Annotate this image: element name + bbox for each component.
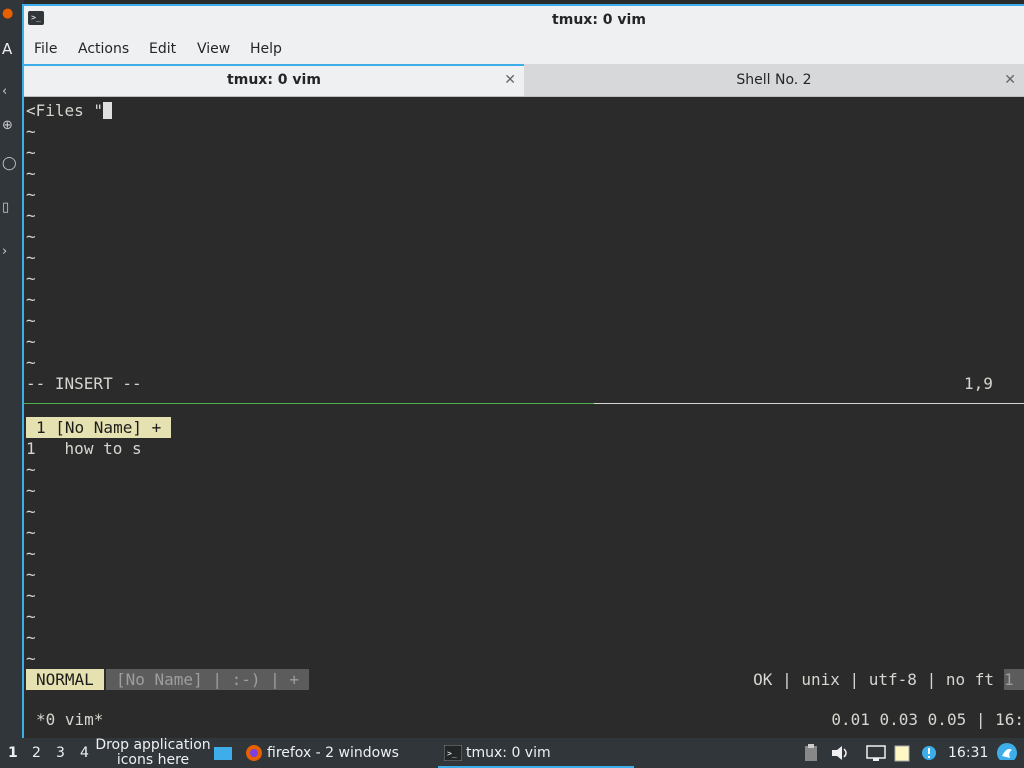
insert-mode-indicator: -- INSERT -- <box>26 374 142 393</box>
svg-text:>_: >_ <box>447 749 457 758</box>
tilde-line: ~ <box>26 206 36 225</box>
tilde-line: ~ <box>26 523 36 542</box>
arrow-icon: ‹ <box>2 84 8 99</box>
quicklaunch-drop-area[interactable]: Drop application icons here <box>94 738 212 768</box>
panel-icon: ▯ <box>2 200 10 215</box>
close-tab-icon[interactable]: ✕ <box>504 66 516 94</box>
tilde-line: ~ <box>26 607 36 626</box>
tab-bar: tmux: 0 vim ✕ Shell No. 2 ✕ <box>24 64 1024 97</box>
workspace-2[interactable]: 2 <box>32 738 41 768</box>
workspace-4[interactable]: 4 <box>80 738 89 768</box>
menu-help[interactable]: Help <box>250 34 282 64</box>
statusline-file-info: OK | unix | utf-8 | no ft <box>753 670 994 689</box>
taskbar: 1 2 3 4 Drop application icons here fire… <box>0 738 1024 768</box>
menu-view[interactable]: View <box>197 34 230 64</box>
buffer-text: how to s <box>64 439 142 458</box>
tilde-line: ~ <box>26 311 36 330</box>
tmux-window-list[interactable]: *0 vim* <box>36 709 103 730</box>
tilde-line: ~ <box>26 628 36 647</box>
task-firefox[interactable]: firefox - 2 windows <box>244 738 424 768</box>
tilde-line: ~ <box>26 544 36 563</box>
tab-shell-2[interactable]: Shell No. 2 ✕ <box>524 64 1024 96</box>
statusline-end: 1 <box>1004 669 1024 690</box>
close-tab-icon[interactable]: ✕ <box>1004 64 1016 96</box>
buffer-line-1: 1 how to s <box>26 438 142 459</box>
clipboard-icon[interactable] <box>804 744 818 762</box>
search-icon: ◯ <box>2 156 17 171</box>
workspace-3[interactable]: 3 <box>56 738 65 768</box>
menu-edit[interactable]: Edit <box>149 34 176 64</box>
notification-icon[interactable] <box>920 744 940 762</box>
statusline-buffer-info: [No Name] | :-) | + <box>106 669 310 690</box>
files-command-text: <Files " <box>26 101 104 120</box>
tab-tmux[interactable]: tmux: 0 vim ✕ <box>24 64 524 96</box>
notes-icon[interactable] <box>893 744 913 762</box>
tilde-line: ~ <box>26 164 36 183</box>
desktop-background-strip: ● A ‹ ⊕ ◯ ▯ › <box>0 0 24 738</box>
tilde-line: ~ <box>26 332 36 351</box>
tilde-line: ~ <box>26 481 36 500</box>
tilde-line: ~ <box>26 269 36 288</box>
line-number: 1 <box>26 439 36 458</box>
tilde-line: ~ <box>26 290 36 309</box>
tilde-line: ~ <box>26 565 36 584</box>
menu-file[interactable]: File <box>34 34 57 64</box>
vim-tabline[interactable]: 1 [No Name] + <box>26 417 172 438</box>
menu-actions[interactable]: Actions <box>78 34 129 64</box>
title-bar[interactable]: >_ tmux: 0 vim <box>24 6 1024 34</box>
window-title: tmux: 0 vim <box>552 12 646 28</box>
desktop-letter: A <box>2 40 13 58</box>
tilde-line: ~ <box>26 353 36 372</box>
menu-bar: File Actions Edit View Help <box>24 34 1024 64</box>
task-tmux-label: tmux: 0 vim <box>466 745 551 761</box>
firefox-icon: ● <box>2 6 14 21</box>
system-menu-icon[interactable] <box>996 742 1018 760</box>
active-pane-marker <box>24 403 594 404</box>
tab-shell-2-label: Shell No. 2 <box>736 72 812 88</box>
tilde-line: ~ <box>26 185 36 204</box>
firefox-icon <box>246 745 262 761</box>
tilde-line: ~ <box>26 649 36 668</box>
tilde-line: ~ <box>26 122 36 141</box>
tilde-line: ~ <box>26 248 36 267</box>
text-cursor <box>103 102 113 119</box>
pane-divider[interactable] <box>24 403 1024 404</box>
vim-command-line: <Files " <box>26 100 113 121</box>
tilde-line: ~ <box>26 460 36 479</box>
tilde-line: ~ <box>26 502 36 521</box>
cursor-position: 1,9 <box>964 374 993 393</box>
tmux-load-average: 0.01 0.03 0.05 | 16: <box>831 710 1024 729</box>
tilde-line: ~ <box>26 586 36 605</box>
vim-mode-indicator: NORMAL <box>26 669 104 690</box>
tilde-line: ~ <box>26 227 36 246</box>
task-tmux[interactable]: >_ tmux: 0 vim <box>438 738 634 768</box>
tab-tmux-label: tmux: 0 vim <box>227 72 321 88</box>
workspace-1[interactable]: 1 <box>8 738 18 768</box>
show-desktop-icon[interactable] <box>213 745 233 761</box>
vim-statusline: NORMAL [No Name] | :-) | + OK | unix | u… <box>26 669 1024 690</box>
network-icon[interactable] <box>866 744 886 762</box>
tilde-line: ~ <box>26 143 36 162</box>
chevron-right-icon: › <box>2 244 8 259</box>
usb-icon: ⊕ <box>2 118 13 133</box>
konsole-window: >_ tmux: 0 vim File Actions Edit View He… <box>22 4 1024 738</box>
volume-icon[interactable] <box>830 744 850 762</box>
terminal-area[interactable]: <Files " ~ ~ ~ ~ ~ ~ ~ ~ ~ ~ ~ ~ -- INSE… <box>24 97 1024 737</box>
terminal-icon: >_ <box>444 745 462 761</box>
task-firefox-label: firefox - 2 windows <box>267 745 399 761</box>
clock[interactable]: 16:31 <box>948 738 988 768</box>
